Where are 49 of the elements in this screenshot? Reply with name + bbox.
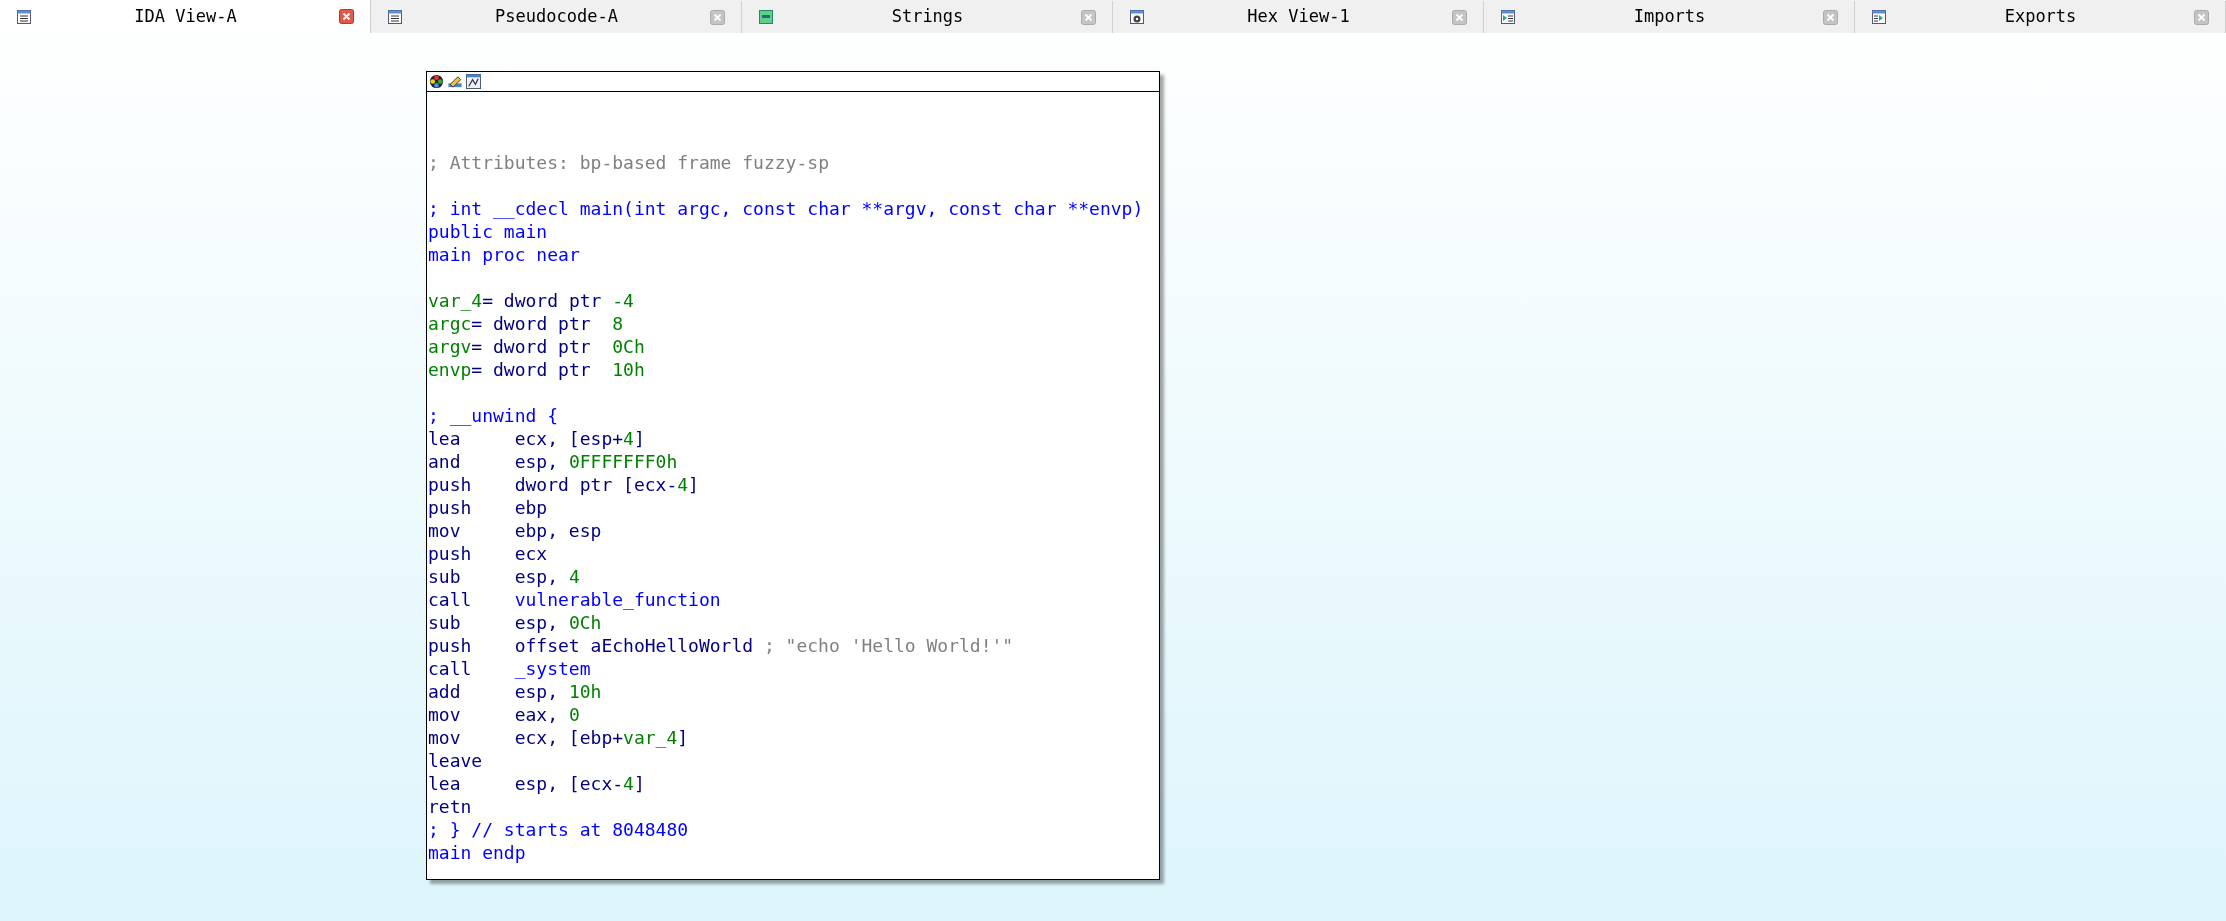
table-window-icon (1871, 9, 1887, 25)
instruction-line: call vulnerable_function (428, 588, 721, 611)
code-line: argv= dword ptr 0Ch (428, 335, 645, 358)
graph-icon[interactable] (466, 74, 481, 89)
table-window-icon (1500, 9, 1516, 25)
code-line: ; } // starts at 8048480 (428, 818, 689, 841)
code-line: ; Attributes: bp-based frame fuzzy-sp (428, 151, 829, 174)
instruction-line: call _system (428, 657, 591, 680)
instruction-line: push ebp (428, 496, 548, 519)
instruction-line: lea ecx, [esp+4] (428, 427, 645, 450)
list-window-icon (16, 8, 32, 25)
instruction-line: add esp, 10h (428, 680, 602, 703)
code-line: main proc near (428, 243, 580, 266)
color-wheel-icon[interactable] (429, 74, 444, 89)
instruction-line: sub esp, 4 (428, 565, 580, 588)
disc-window-icon (1129, 9, 1145, 25)
tab-label: Pseudocode-A (494, 5, 619, 29)
code-line: ; __unwind { (428, 404, 559, 427)
instruction-line: push ecx (428, 542, 548, 565)
tab-label: Strings (890, 5, 965, 29)
instruction-line: sub esp, 0Ch (428, 611, 602, 634)
code-line: argc= dword ptr 8 (428, 312, 624, 335)
tab-label: Hex View-1 (1246, 5, 1351, 29)
instruction-line: push dword ptr [ecx-4] (428, 473, 699, 496)
tab-label: IDA View-A (133, 4, 238, 28)
instruction-line: leave (428, 749, 484, 772)
tab[interactable]: Imports (1484, 1, 1855, 33)
instruction-line: retn (428, 795, 473, 818)
tab[interactable]: Hex View-1 (1113, 1, 1484, 33)
tab[interactable]: Strings (742, 1, 1113, 33)
code-line: var_4= dword ptr -4 (428, 289, 634, 312)
instruction-line: mov eax, 0 (428, 703, 580, 726)
tab[interactable]: IDA View-A (0, 0, 371, 33)
list-window-icon (387, 9, 403, 25)
code-line: main endp (428, 841, 526, 864)
code-line: envp= dword ptr 10h (428, 358, 645, 381)
instruction-line: and esp, 0FFFFFFF0h (428, 450, 678, 473)
code-line: ; int __cdecl main(int argc, const char **argv, const char **envp) (428, 197, 1144, 220)
tab[interactable]: Pseudocode-A (371, 1, 742, 33)
instruction-line: mov ecx, [ebp+var_4] (428, 726, 689, 749)
code-line: public main (428, 220, 548, 243)
close-icon[interactable] (339, 9, 354, 24)
tab[interactable]: Exports (1855, 1, 2226, 33)
pencil-icon[interactable] (447, 74, 463, 89)
instruction-line: push offset aEchoHelloWorld ; "echo 'Hello World!'" (428, 634, 1014, 657)
instruction-line: lea esp, [ecx-4] (428, 772, 645, 795)
instruction-line: mov ebp, esp (428, 519, 602, 542)
tab-label: Exports (2003, 5, 2078, 29)
tab-label: Imports (1632, 5, 1707, 29)
